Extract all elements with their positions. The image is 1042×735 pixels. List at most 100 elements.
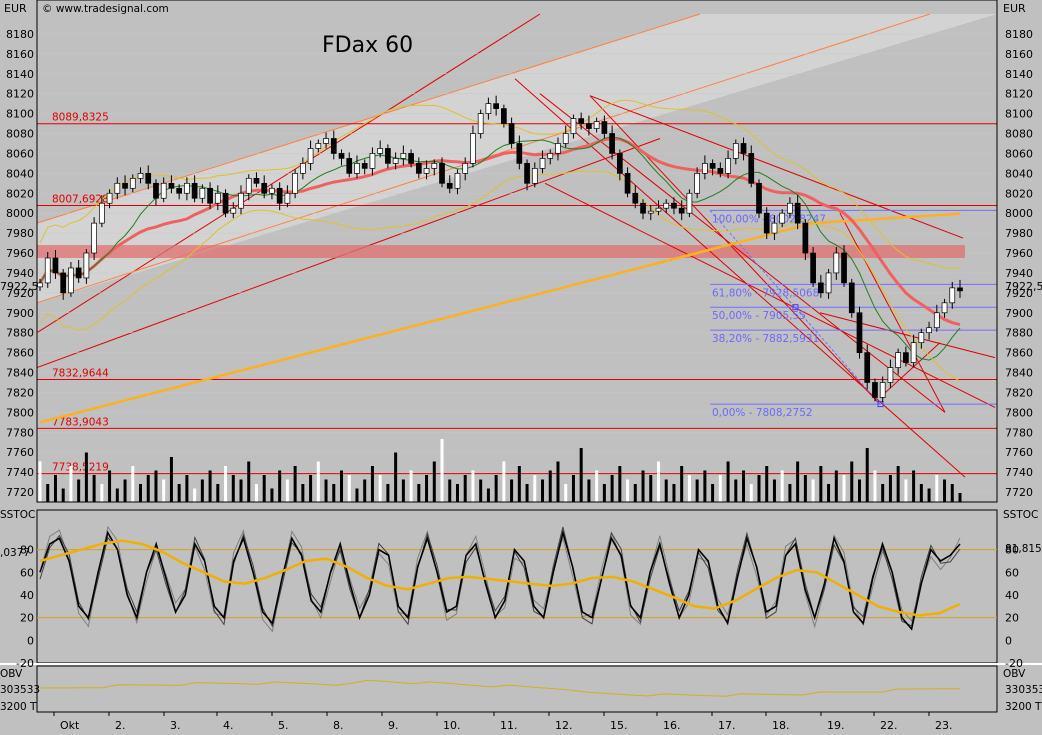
candle-body-56	[470, 133, 476, 164]
candle-body-8	[98, 202, 105, 224]
volume-bar-7	[92, 475, 96, 502]
volume-bar-29	[262, 475, 266, 502]
y-tick-left-1: 8160	[6, 48, 34, 61]
volume-bar-115	[927, 488, 931, 502]
volume-bar-81	[664, 479, 668, 502]
volume-bar-9	[108, 470, 112, 502]
volume-bar-75	[618, 466, 622, 502]
y-tick-left-22: 7740	[6, 466, 34, 479]
obv-label-right: OBV	[1003, 668, 1026, 680]
x-label-16: 23.	[935, 719, 953, 732]
candle-body-69	[570, 118, 577, 134]
volume-bar-90	[734, 479, 738, 502]
volume-bar-101	[819, 466, 823, 502]
volume-bar-68	[564, 484, 568, 502]
candle-body-41	[354, 163, 360, 174]
candle-body-77	[632, 192, 639, 204]
x-label-9: 12.	[555, 719, 573, 732]
volume-bar-72	[595, 470, 599, 502]
candle-body-9	[106, 192, 113, 204]
volume-bar-13	[139, 484, 143, 502]
y-tick-left-18: 7820	[6, 386, 34, 399]
candle-body-42	[361, 163, 368, 169]
y-tick-left-2: 8140	[6, 68, 34, 81]
volume-bar-53	[448, 479, 452, 502]
volume-bar-33	[293, 466, 297, 502]
obv-tick-right: 3200 T	[1005, 701, 1042, 713]
volume-bar-76	[626, 479, 630, 502]
volume-bar-92	[749, 484, 753, 502]
candle-body-63	[524, 163, 530, 184]
candle-body-16	[160, 182, 167, 199]
candle-body-12	[129, 177, 136, 189]
volume-bar-2	[53, 475, 57, 502]
y-tick-left-16: 7860	[6, 347, 34, 360]
candle-body-88	[717, 168, 724, 174]
candle-body-82	[671, 202, 677, 209]
volume-bar-88	[718, 475, 722, 502]
sstoc-tick-left-3: 20	[20, 612, 34, 625]
candle-body-70	[578, 118, 585, 124]
candle-body-107	[864, 352, 871, 383]
volume-bar-0	[38, 461, 42, 502]
volume-bar-17	[169, 457, 173, 502]
candle-body-59	[493, 103, 499, 109]
volume-bar-95	[772, 479, 776, 502]
y-tick-right-1: 8160	[1005, 48, 1033, 61]
obv-value-right: 330353	[1005, 684, 1042, 696]
volume-bar-44	[378, 475, 382, 502]
candle-body-46	[392, 158, 399, 164]
sstoc-tick-right-4: 0	[1005, 634, 1012, 647]
y-tick-right-9: 8000	[1005, 207, 1033, 220]
candle-body-80	[655, 207, 662, 212]
volume-bar-87	[711, 484, 715, 502]
sstoc-label-right: SSTOC	[1003, 509, 1038, 521]
volume-bar-57	[479, 479, 483, 502]
candle-body-60	[501, 108, 507, 124]
x-label-8: 11.	[500, 719, 518, 732]
candle-body-45	[385, 148, 391, 164]
candle-body-119	[957, 287, 963, 292]
volume-bar-63	[525, 484, 529, 502]
sstoc-tick-left-1: 60	[20, 566, 34, 579]
volume-bar-105	[850, 461, 854, 502]
candle-body-6	[83, 252, 90, 279]
y-tick-left-8: 8020	[6, 187, 34, 200]
volume-bar-21	[200, 479, 204, 502]
candle-body-72	[593, 121, 600, 129]
volume-bar-42	[363, 479, 367, 502]
y-tick-right-21: 7760	[1005, 446, 1033, 459]
volume-bar-109	[881, 484, 885, 502]
level-label-4: 7738,5219	[52, 462, 109, 474]
volume-bar-51	[432, 461, 436, 502]
volume-bar-69	[571, 475, 575, 502]
fib-label-4: 0,00% - 7808,2752	[712, 407, 813, 419]
volume-bar-112	[904, 479, 908, 502]
candle-body-58	[485, 103, 492, 114]
volume-bar-73	[602, 484, 606, 502]
volume-bar-12	[131, 466, 135, 502]
volume-bar-91	[742, 470, 746, 502]
volume-bar-54	[455, 484, 459, 502]
volume-bar-94	[765, 466, 769, 502]
candle-body-2	[52, 257, 59, 274]
candle-body-94	[763, 212, 770, 234]
candle-body-44	[377, 148, 384, 154]
y-tick-right-19: 7800	[1005, 406, 1033, 419]
chart-title: FDax 60	[322, 33, 413, 58]
y-tick-right-5: 8080	[1005, 128, 1033, 141]
volume-bar-31	[278, 470, 282, 502]
volume-bar-55	[463, 475, 467, 502]
candle-body-68	[562, 133, 569, 144]
y-tick-left-7: 8040	[6, 167, 34, 180]
y-tick-right-16: 7860	[1005, 347, 1033, 360]
volume-bar-119	[958, 493, 962, 502]
volume-bar-108	[873, 470, 877, 502]
last-price-right: 7922,5	[1005, 280, 1042, 293]
candle-body-5	[75, 267, 82, 279]
candle-body-53	[446, 182, 453, 189]
candle-body-22	[207, 187, 213, 204]
candle-body-75	[616, 153, 623, 174]
volume-bar-48	[409, 470, 413, 502]
candle-body-67	[555, 143, 561, 154]
